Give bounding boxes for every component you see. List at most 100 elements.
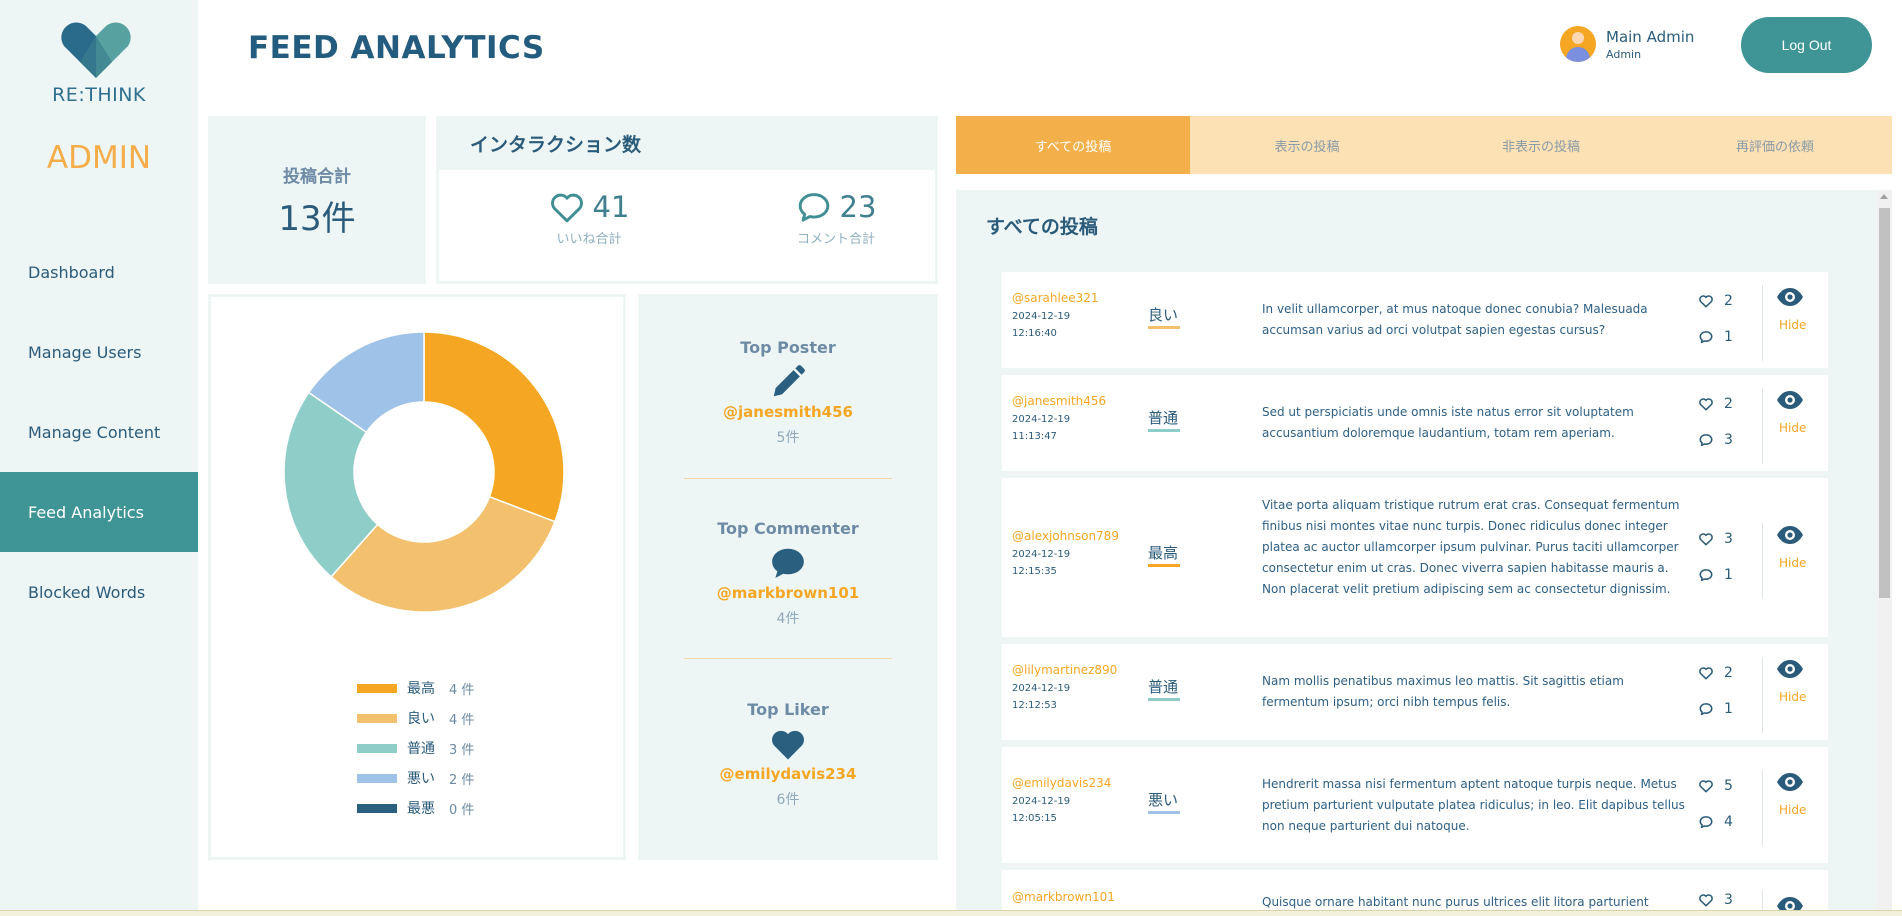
post-username[interactable]: @lilymartinez890 — [1012, 663, 1117, 677]
posts-panel-title: すべての投稿 — [986, 216, 1098, 238]
heart-outline-icon — [1699, 667, 1713, 680]
posts-panel: すべての投稿 @sarahlee321 2024-12-19 12:16:40 良い I… — [956, 190, 1878, 916]
tab-all-posts[interactable]: すべての投稿 — [956, 116, 1190, 174]
post-likes[interactable]: 2 — [1698, 396, 1733, 412]
hide-button[interactable]: Hide — [1779, 421, 1806, 435]
legend-label: 普通 — [407, 741, 435, 757]
hide-button[interactable]: Hide — [1779, 803, 1806, 817]
legend-item: 悪い 2 件 — [357, 763, 474, 793]
post-divider — [1762, 388, 1763, 464]
legend-item: 良い 4 件 — [357, 703, 474, 733]
eye-icon[interactable] — [1776, 525, 1804, 549]
post-rating-badge: 良い — [1148, 304, 1180, 329]
legend-label: 最悪 — [407, 801, 435, 817]
likes-total-value: 41 — [592, 190, 630, 224]
legend-swatch — [357, 773, 397, 783]
post-comments[interactable]: 3 — [1698, 432, 1733, 448]
scrollbar-thumb[interactable] — [1879, 208, 1890, 598]
user-profile[interactable]: Main Admin Admin — [1560, 26, 1694, 62]
post-card: @janesmith456 2024-12-19 11:13:47 普通 Sed ut … — [1002, 375, 1828, 471]
post-username[interactable]: @alexjohnson789 — [1012, 529, 1119, 543]
top-liker-title: Top Liker — [747, 700, 829, 719]
post-rating-badge: 普通 — [1148, 676, 1180, 701]
post-comments[interactable]: 1 — [1698, 701, 1733, 717]
post-likes[interactable]: 2 — [1698, 293, 1733, 309]
sidebar-item-manage-users[interactable]: Manage Users — [0, 312, 198, 392]
total-posts-card: 投稿合計 13件 — [208, 116, 426, 284]
eye-icon[interactable] — [1776, 772, 1804, 796]
legend-label: 悪い — [407, 771, 435, 787]
post-rating-badge: 悪い — [1148, 789, 1180, 814]
hide-button[interactable]: Hide — [1779, 690, 1806, 704]
legend-count: 2 件 — [449, 772, 475, 788]
top-poster-title: Top Poster — [740, 338, 836, 357]
heart-outline-icon — [1699, 398, 1713, 411]
top-commenter-user[interactable]: @markbrown101 — [638, 584, 938, 602]
post-content: Vitae porta aliquam tristique rutrum era… — [1262, 497, 1680, 596]
post-content: Hendrerit massa nisi fermentum aptent na… — [1262, 776, 1685, 833]
legend-label: 最高 — [407, 681, 435, 697]
post-timestamp: 2024-12-19 12:12:53 — [1012, 683, 1071, 711]
heart-outline-icon — [550, 193, 583, 223]
post-divider — [1762, 522, 1763, 599]
scroll-up-arrow-icon[interactable] — [1880, 194, 1888, 199]
post-likes[interactable]: 3 — [1698, 892, 1733, 908]
post-username[interactable]: @sarahlee321 — [1012, 291, 1099, 305]
post-card: @sarahlee321 2024-12-19 12:16:40 良い In velit… — [1002, 272, 1828, 368]
post-comments[interactable]: 1 — [1698, 329, 1733, 345]
top-commenter: Top Commenter @markbrown101 4件 — [638, 519, 938, 628]
top-liker: Top Liker @emilydavis234 6件 — [638, 700, 938, 809]
eye-icon[interactable] — [1776, 659, 1804, 683]
top-poster: Top Poster @janesmith456 5件 — [638, 338, 938, 447]
top-liker-user[interactable]: @emilydavis234 — [638, 765, 938, 783]
post-rating-badge: 最高 — [1148, 542, 1180, 567]
post-card: @alexjohnson789 2024-12-19 12:15:35 最高 Vitae… — [1002, 478, 1828, 637]
posts-scrollbar[interactable] — [1877, 190, 1892, 916]
comment-outline-icon — [1699, 434, 1713, 447]
post-filter-tabs: すべての投稿 表示の投稿 非表示の投稿 再評価の依頼 — [956, 116, 1892, 174]
post-username[interactable]: @emilydavis234 — [1012, 776, 1111, 790]
post-content: In velit ullamcorper, at mus natoque don… — [1262, 302, 1648, 337]
eye-icon[interactable] — [1776, 287, 1804, 311]
avatar — [1560, 26, 1596, 62]
sidebar-item-feed-analytics[interactable]: Feed Analytics — [0, 472, 198, 552]
post-card: @lilymartinez890 2024-12-19 12:12:53 普通 Nam … — [1002, 644, 1828, 740]
hide-button[interactable]: Hide — [1779, 318, 1806, 332]
post-likes[interactable]: 3 — [1698, 531, 1733, 547]
sidebar-item-manage-content[interactable]: Manage Content — [0, 392, 198, 472]
rating-distribution-card: 最高 4 件良い 4 件普通 3 件悪い 2 件最悪 0 件 — [208, 294, 626, 860]
tab-hidden-posts[interactable]: 非表示の投稿 — [1424, 116, 1658, 174]
post-timestamp: 2024-12-19 12:05:15 — [1012, 796, 1071, 824]
post-comments[interactable]: 4 — [1698, 814, 1733, 830]
tab-visible-posts[interactable]: 表示の投稿 — [1190, 116, 1424, 174]
comments-total-label: コメント合計 — [796, 232, 875, 247]
post-username[interactable]: @markbrown101 — [1012, 890, 1115, 904]
top-users-card: Top Poster @janesmith456 5件 Top Commente… — [638, 294, 938, 860]
heart-outline-icon — [1699, 894, 1713, 907]
eye-icon[interactable] — [1776, 390, 1804, 414]
total-posts-value: 13件 — [278, 199, 356, 239]
post-comments[interactable]: 1 — [1698, 567, 1733, 583]
post-likes[interactable]: 5 — [1698, 778, 1733, 794]
sidebar-item-dashboard[interactable]: Dashboard — [0, 232, 198, 312]
logout-button[interactable]: Log Out — [1741, 17, 1872, 73]
post-username[interactable]: @janesmith456 — [1012, 394, 1106, 408]
top-liker-count: 6件 — [776, 792, 800, 808]
sidebar: RE:THINK ADMIN Dashboard Manage Users Ma… — [0, 0, 198, 916]
top-commenter-count: 4件 — [776, 611, 800, 627]
heart-outline-icon — [1699, 295, 1713, 308]
sidebar-item-blocked-words[interactable]: Blocked Words — [0, 552, 198, 632]
interactions-title: インタラクション数 — [470, 133, 642, 156]
top-poster-user[interactable]: @janesmith456 — [638, 403, 938, 421]
hide-button[interactable]: Hide — [1779, 556, 1806, 570]
legend-count: 4 件 — [449, 712, 475, 728]
post-timestamp: 2024-12-19 11:13:47 — [1012, 414, 1071, 442]
tab-reevaluation-requests[interactable]: 再評価の依頼 — [1658, 116, 1892, 174]
legend-item: 最悪 0 件 — [357, 793, 474, 823]
pie-slice-0 — [423, 331, 565, 523]
bottom-strip — [0, 910, 1902, 916]
legend-count: 0 件 — [449, 802, 475, 818]
brand-name: RE:THINK — [52, 84, 146, 106]
post-likes[interactable]: 2 — [1698, 665, 1733, 681]
post-card: @emilydavis234 2024-12-19 12:05:15 悪い Hendre… — [1002, 747, 1828, 863]
